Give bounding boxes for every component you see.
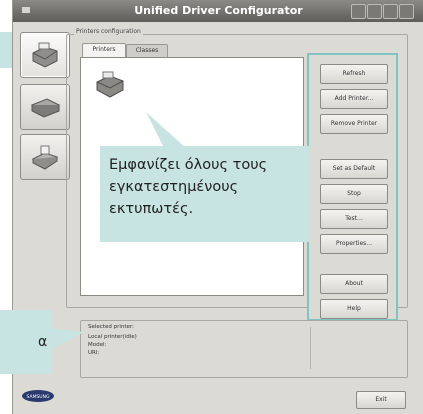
callout-bottom-left-pointer <box>50 328 84 350</box>
selected-printer-model: Model: <box>88 342 107 348</box>
svg-text:SAMSUNG: SAMSUNG <box>27 394 50 400</box>
add-printer-button[interactable]: Add Printer... <box>320 89 388 109</box>
about-button[interactable]: About <box>320 274 388 294</box>
refresh-button[interactable]: Refresh <box>320 64 388 84</box>
printer-icon <box>32 42 58 68</box>
scanner-icon <box>30 98 61 118</box>
callout-bottom-left-text: α <box>38 334 48 350</box>
minimize-button[interactable] <box>367 4 382 19</box>
printers-configuration-label: Printers configuration <box>74 28 143 35</box>
sidebar-scanners-button[interactable] <box>20 84 70 130</box>
sidebar-printers-button[interactable] <box>20 32 70 78</box>
maximize-button[interactable] <box>383 4 398 19</box>
stop-button[interactable]: Stop <box>320 184 388 204</box>
sidebar-ports-button[interactable] <box>20 134 70 180</box>
callout-main-pointer <box>146 112 186 148</box>
help-button[interactable]: Help <box>320 299 388 319</box>
samsung-logo: SAMSUNG <box>20 386 56 406</box>
test-button[interactable]: Test... <box>320 209 388 229</box>
callout-bottom-left: α <box>0 310 52 374</box>
callout-line-3: εκτυπωτές. <box>109 201 194 217</box>
shade-button[interactable] <box>351 4 366 19</box>
exit-button[interactable]: Exit <box>356 391 406 409</box>
selected-printer-status: Local printer(idle) <box>88 334 137 340</box>
remove-printer-button[interactable]: Remove Printer <box>320 114 388 134</box>
callout-line-1: Εμφανίζει όλους τους <box>109 157 268 173</box>
printer-list-item-icon[interactable] <box>95 70 125 100</box>
selected-printer-detail-pane <box>310 327 393 369</box>
samsung-logo-graphic: SAMSUNG <box>22 390 54 402</box>
callout-installed-printers: Εμφανίζει όλους τους εγκατεστημένους εκτ… <box>100 146 309 242</box>
selected-printer-label: Selected printer: <box>88 324 134 330</box>
tab-classes[interactable]: Classes <box>126 44 168 57</box>
properties-button[interactable]: Properties... <box>320 234 388 254</box>
tab-printers[interactable]: Printers <box>82 43 126 58</box>
port-icon <box>31 145 59 170</box>
printer-actions-panel: Refresh Add Printer... Remove Printer Se… <box>307 53 398 321</box>
set-as-default-button[interactable]: Set as Default <box>320 159 388 179</box>
selected-printer-uri: URI: <box>88 350 100 356</box>
title-bar[interactable]: Unified Driver Configurator <box>13 0 423 22</box>
close-button[interactable] <box>399 4 414 19</box>
callout-line-2: εγκατεστημένους <box>109 179 239 195</box>
